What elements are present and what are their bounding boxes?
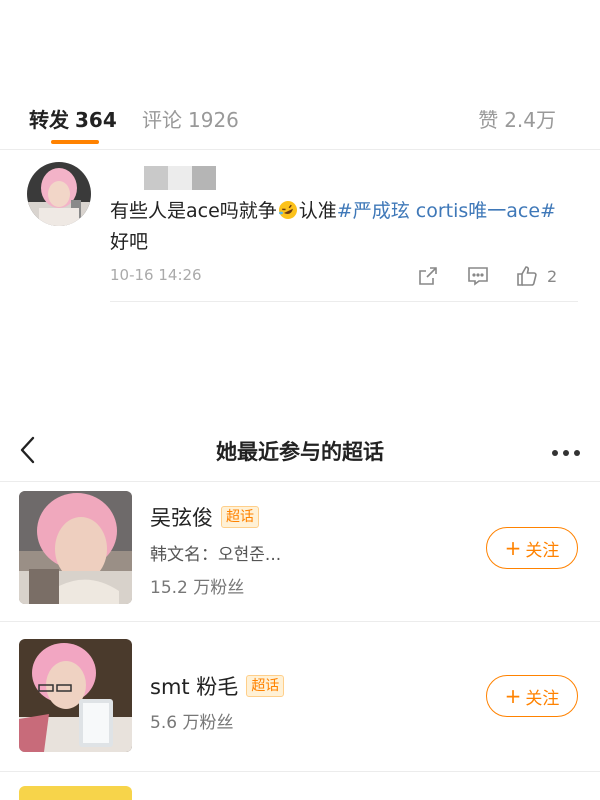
share-button[interactable] [417, 264, 439, 288]
topic-item[interactable]: 吴弦俊 超话 韩文名：오현준... 15.2 万粉丝 + 关注 [0, 484, 600, 624]
thumbs-up-icon [517, 266, 537, 286]
topic-name: 吴弦俊 [150, 506, 213, 530]
comment-text-part3: 好吧 [110, 231, 149, 253]
tab-comment-count: 1926 [188, 108, 239, 132]
divider [0, 621, 600, 622]
topic-thumbnail-partial [19, 786, 132, 800]
topics-header: 她最近参与的超话 [0, 422, 600, 482]
topic-thumbnail [19, 491, 132, 604]
like-count: 2 [547, 266, 558, 286]
comment-text-part2: 认准 [298, 200, 337, 222]
like-button[interactable]: 2 [515, 264, 557, 288]
follow-label: 关注 [525, 540, 560, 561]
tab-like-count: 2.4万 [504, 108, 556, 132]
topic-item[interactable]: smt 粉毛 超话 5.6 万粉丝 + 关注 [0, 632, 600, 772]
comment-timestamp: 10-16 14:26 [110, 266, 202, 284]
super-topic-badge: 超话 [221, 506, 259, 528]
tab-comment-label: 评论 [142, 108, 182, 132]
avatar[interactable] [27, 162, 91, 226]
page-title: 她最近参与的超话 [216, 440, 384, 464]
topic-fans-count: 15.2 万粉丝 [150, 578, 245, 598]
tab-like-label: 赞 [478, 108, 499, 132]
tab-comment[interactable]: 评论 1926 [142, 104, 239, 133]
topic-name-row: 吴弦俊 超话 [150, 502, 259, 532]
hashtag-link[interactable]: #严成玹 cortis唯一ace# [337, 200, 556, 222]
comment-icon [468, 267, 488, 286]
topic-fans-count: 5.6 万粉丝 [150, 713, 234, 733]
plus-icon: + [504, 684, 522, 708]
username-redacted [144, 166, 216, 190]
interaction-tabs: 转发 364 评论 1926 赞 2.4万 [0, 100, 600, 150]
more-button[interactable] [547, 436, 580, 464]
topic-name: smt 粉毛 [150, 675, 239, 699]
comment-text-part1: 有些人是ace吗就争 [110, 200, 277, 222]
share-icon [419, 267, 437, 285]
divider [110, 301, 578, 302]
follow-label: 关注 [525, 688, 560, 709]
comment-item: 有些人是ace吗就争 认准#严成玹 cortis唯一ace# 好吧 10-16 1… [0, 160, 600, 302]
tab-like[interactable]: 赞 2.4万 [478, 104, 556, 133]
more-dots-icon [547, 441, 580, 460]
tab-repost-count: 364 [75, 108, 117, 132]
super-topic-badge: 超话 [246, 675, 285, 697]
topic-subtitle: 韩文名：오현준... [150, 545, 282, 565]
topic-name-row: smt 粉毛 超话 [150, 671, 285, 701]
tab-repost[interactable]: 转发 364 [29, 104, 117, 133]
topic-thumbnail [19, 639, 132, 752]
comment-text: 有些人是ace吗就争 认准#严成玹 cortis唯一ace# 好吧 [110, 196, 580, 258]
follow-button[interactable]: + 关注 [486, 527, 578, 569]
tab-repost-label: 转发 [29, 108, 69, 132]
active-tab-indicator [51, 140, 99, 144]
rofl-emoji-icon [278, 201, 297, 219]
follow-button[interactable]: + 关注 [486, 675, 578, 717]
plus-icon: + [504, 536, 522, 560]
reply-button[interactable] [467, 264, 489, 288]
divider [0, 771, 600, 772]
